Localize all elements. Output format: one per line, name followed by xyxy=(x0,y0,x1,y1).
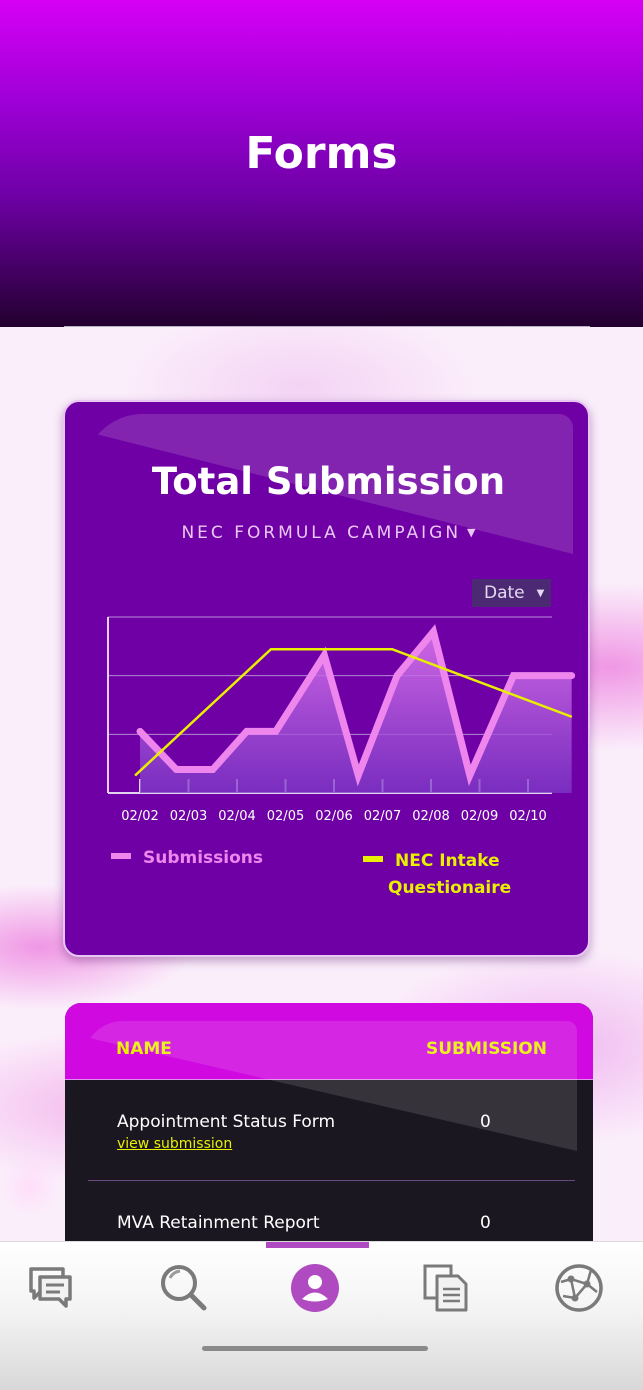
header-divider xyxy=(64,326,590,327)
submissions-point xyxy=(512,675,514,677)
table-row-name: MVA Retainment Report xyxy=(117,1213,320,1233)
submissions-point xyxy=(396,675,398,677)
submissions-point xyxy=(275,730,277,732)
search-icon xyxy=(161,1265,207,1311)
tab-search[interactable] xyxy=(155,1260,211,1316)
legend-swatch-submissions xyxy=(111,853,131,859)
x-tick-label: 02/02 xyxy=(121,809,158,824)
submissions-point xyxy=(571,675,573,677)
x-tick-label: 02/04 xyxy=(218,809,255,824)
home-indicator xyxy=(202,1346,428,1351)
submissions-point xyxy=(469,774,471,776)
legend-label-submissions: Submissions xyxy=(143,848,264,868)
x-tick-label: 02/07 xyxy=(364,809,401,824)
view-submission-link[interactable]: view submission xyxy=(117,1136,232,1152)
table-row-name: Appointment Status Form xyxy=(117,1112,336,1132)
profile-icon xyxy=(291,1264,339,1312)
x-tick-label: 02/06 xyxy=(315,809,352,824)
submissions-point xyxy=(323,654,325,656)
x-tick-label: 02/03 xyxy=(170,809,207,824)
chat-icon xyxy=(29,1267,72,1308)
legend-nec-intake: NEC Intake Questionaire xyxy=(363,848,563,902)
submissions-point xyxy=(551,675,553,677)
page-title: Forms xyxy=(245,128,398,179)
table-row-value: 0 xyxy=(480,1112,491,1132)
legend-label-nec-line2: Questionaire xyxy=(388,878,512,898)
line-chart: 02/02 02/03 02/04 02/05 02/06 02/07 02/08 02/09… xyxy=(107,616,576,824)
submissions-point xyxy=(212,769,214,771)
nec-point xyxy=(270,648,272,650)
submissions-point xyxy=(139,730,141,732)
submissions-point xyxy=(246,730,248,732)
header: Forms xyxy=(0,0,643,327)
x-tick-label: 02/08 xyxy=(412,809,449,824)
submissions-point xyxy=(432,631,434,633)
forms-table: NAME SUBMISSION Appointment Status Form … xyxy=(65,1003,593,1263)
network-globe-icon xyxy=(555,1264,603,1312)
x-tick-label: 02/10 xyxy=(509,809,546,824)
nec-point xyxy=(391,648,393,650)
tab-chat[interactable] xyxy=(23,1260,79,1316)
nec-point xyxy=(134,774,136,776)
x-tick-label: 02/09 xyxy=(461,809,498,824)
x-tick-label: 02/05 xyxy=(267,809,304,824)
tab-documents[interactable] xyxy=(418,1260,474,1316)
active-tab-indicator xyxy=(266,1242,369,1248)
documents-icon xyxy=(423,1264,468,1312)
table-row-value: 0 xyxy=(480,1213,491,1233)
submissions-point xyxy=(175,769,177,771)
tab-network[interactable] xyxy=(551,1260,607,1316)
legend-swatch-nec xyxy=(363,856,383,862)
legend-label-nec-line1: NEC Intake xyxy=(395,851,500,871)
row-divider xyxy=(88,1180,575,1181)
nec-point xyxy=(571,716,573,718)
bottom-tab-bar xyxy=(0,1241,643,1390)
submissions-point xyxy=(357,774,359,776)
chart-card: Total Submission NEC FORMULA CAMPAIGN ▼ D… xyxy=(63,400,590,957)
tab-profile[interactable] xyxy=(287,1260,343,1316)
legend-submissions: Submissions xyxy=(111,848,263,868)
